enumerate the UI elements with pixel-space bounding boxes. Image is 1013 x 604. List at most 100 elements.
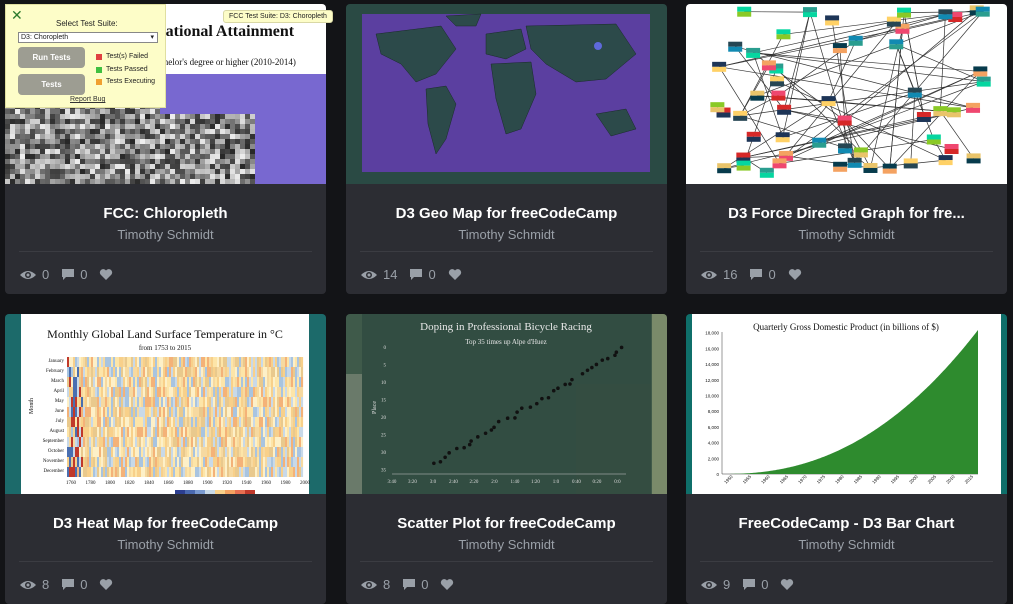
svg-text:2000: 2000 [300, 481, 311, 486]
like-button[interactable] [788, 268, 807, 281]
card-author[interactable]: Timothy Schmidt [686, 537, 1007, 552]
project-card-scatter-plot[interactable]: Doping in Professional Bicycle Racing To… [346, 314, 667, 604]
run-tests-button[interactable]: Run Tests [18, 47, 85, 68]
chevron-down-icon: ▾ [150, 34, 154, 41]
comments-stat[interactable]: 0 [61, 577, 87, 592]
card-title[interactable]: FreeCodeCamp - D3 Bar Chart [686, 515, 1007, 532]
preview-title: Quarterly Gross Domestic Product (in bil… [753, 322, 939, 332]
svg-text:1960: 1960 [261, 481, 272, 486]
tests-button[interactable]: Tests [18, 74, 85, 95]
suite-select[interactable]: D3: Choropleth ▾ [18, 32, 158, 43]
svg-text:December: December [43, 469, 64, 474]
svg-text:10,000: 10,000 [705, 394, 719, 399]
svg-text:4,000: 4,000 [708, 441, 720, 446]
like-button[interactable] [780, 578, 799, 591]
like-button[interactable] [440, 578, 459, 591]
like-button[interactable] [99, 578, 118, 591]
preview-title: Monthly Global Land Surface Temperature … [47, 327, 283, 341]
card-title[interactable]: FCC: Chloropleth [5, 205, 326, 222]
card-author[interactable]: Timothy Schmidt [5, 227, 326, 242]
svg-text:14,000: 14,000 [705, 362, 719, 367]
views-count: 8 [383, 577, 391, 592]
heart-icon [100, 269, 113, 280]
suite-label: Select Test Suite: [56, 19, 118, 28]
svg-text:1940: 1940 [242, 481, 253, 486]
svg-text:2:40: 2:40 [449, 480, 458, 485]
eye-icon [701, 580, 717, 589]
comments-stat[interactable]: 0 [409, 267, 436, 282]
svg-text:1760: 1760 [66, 481, 77, 486]
card-thumbnail[interactable] [346, 4, 667, 184]
svg-text:1780: 1780 [86, 481, 97, 486]
svg-text:2,000: 2,000 [708, 456, 720, 461]
legend-executing: Tests Executing [96, 78, 155, 85]
legend-passed: Tests Passed [96, 66, 148, 73]
svg-text:8,000: 8,000 [708, 409, 720, 414]
svg-text:1:40: 1:40 [511, 480, 520, 485]
svg-text:0:0: 0:0 [614, 480, 621, 485]
card-author[interactable]: Timothy Schmidt [346, 227, 667, 242]
card-author[interactable]: Timothy Schmidt [686, 227, 1007, 242]
svg-text:16,000: 16,000 [705, 346, 719, 351]
svg-text:February: February [46, 369, 65, 374]
project-card-heat-map[interactable]: Monthly Global Land Surface Temperature … [5, 314, 326, 604]
card-thumbnail[interactable] [686, 4, 1007, 184]
svg-text:10: 10 [381, 381, 387, 386]
like-button[interactable] [448, 268, 467, 281]
svg-text:1800: 1800 [105, 481, 116, 486]
svg-text:January: January [48, 359, 64, 364]
eye-icon [361, 270, 377, 279]
comments-count: 0 [768, 267, 776, 282]
svg-text:6,000: 6,000 [708, 425, 720, 430]
card-thumbnail[interactable]: Monthly Global Land Surface Temperature … [5, 314, 326, 494]
views-count: 0 [42, 267, 50, 282]
close-icon[interactable]: ✕ [11, 7, 23, 24]
svg-text:1920: 1920 [222, 481, 233, 486]
card-title[interactable]: D3 Force Directed Graph for fre... [686, 205, 1007, 222]
comments-stat[interactable]: 0 [749, 267, 776, 282]
card-author[interactable]: Timothy Schmidt [5, 537, 326, 552]
svg-text:12,000: 12,000 [705, 378, 719, 383]
project-card-geo-map[interactable]: D3 Geo Map for freeCodeCamp Timothy Schm… [346, 4, 667, 294]
preview-title: Doping in Professional Bicycle Racing [420, 321, 592, 333]
svg-text:2:20: 2:20 [470, 480, 479, 485]
divider [360, 561, 653, 562]
svg-text:1900: 1900 [203, 481, 214, 486]
eye-icon [20, 270, 36, 279]
card-author[interactable]: Timothy Schmidt [346, 537, 667, 552]
legend-failed: Test(s) Failed [96, 53, 148, 60]
comment-icon [743, 579, 756, 590]
project-card-bar-chart[interactable]: Quarterly Gross Domestic Product (in bil… [686, 314, 1007, 604]
comments-count: 0 [761, 577, 769, 592]
project-card-force-graph[interactable]: D3 Force Directed Graph for fre... Timot… [686, 4, 1007, 294]
y-axis-label: Place [372, 401, 378, 414]
like-button[interactable] [99, 268, 118, 281]
svg-text:1:0: 1:0 [553, 480, 560, 485]
svg-text:1880: 1880 [183, 481, 194, 486]
divider [360, 251, 653, 252]
svg-text:1820: 1820 [125, 481, 136, 486]
comment-icon [750, 269, 763, 280]
svg-text:March: March [51, 379, 65, 384]
svg-text:3:0: 3:0 [430, 480, 437, 485]
heart-icon [781, 579, 794, 590]
card-thumbnail[interactable]: Doping in Professional Bicycle Racing To… [346, 314, 667, 494]
preview-subtitle: Top 35 times up Alpe d'Huez [465, 338, 546, 346]
card-title[interactable]: D3 Heat Map for freeCodeCamp [5, 515, 326, 532]
heart-icon [788, 269, 801, 280]
eye-icon [701, 270, 717, 279]
views-stat: 8 [19, 577, 49, 592]
views-stat: 8 [360, 577, 390, 592]
card-title[interactable]: Scatter Plot for freeCodeCamp [346, 515, 667, 532]
report-bug-link[interactable]: Report Bug [70, 96, 105, 103]
svg-text:May: May [55, 399, 65, 404]
heart-icon [100, 579, 113, 590]
svg-text:July: July [56, 419, 65, 424]
comments-stat[interactable]: 0 [61, 267, 87, 282]
views-count: 8 [42, 577, 50, 592]
card-title[interactable]: D3 Geo Map for freeCodeCamp [346, 205, 667, 222]
comments-count: 0 [80, 267, 88, 282]
comments-stat[interactable]: 0 [402, 577, 428, 592]
card-thumbnail[interactable]: Quarterly Gross Domestic Product (in bil… [686, 314, 1007, 494]
comments-stat[interactable]: 0 [742, 577, 768, 592]
